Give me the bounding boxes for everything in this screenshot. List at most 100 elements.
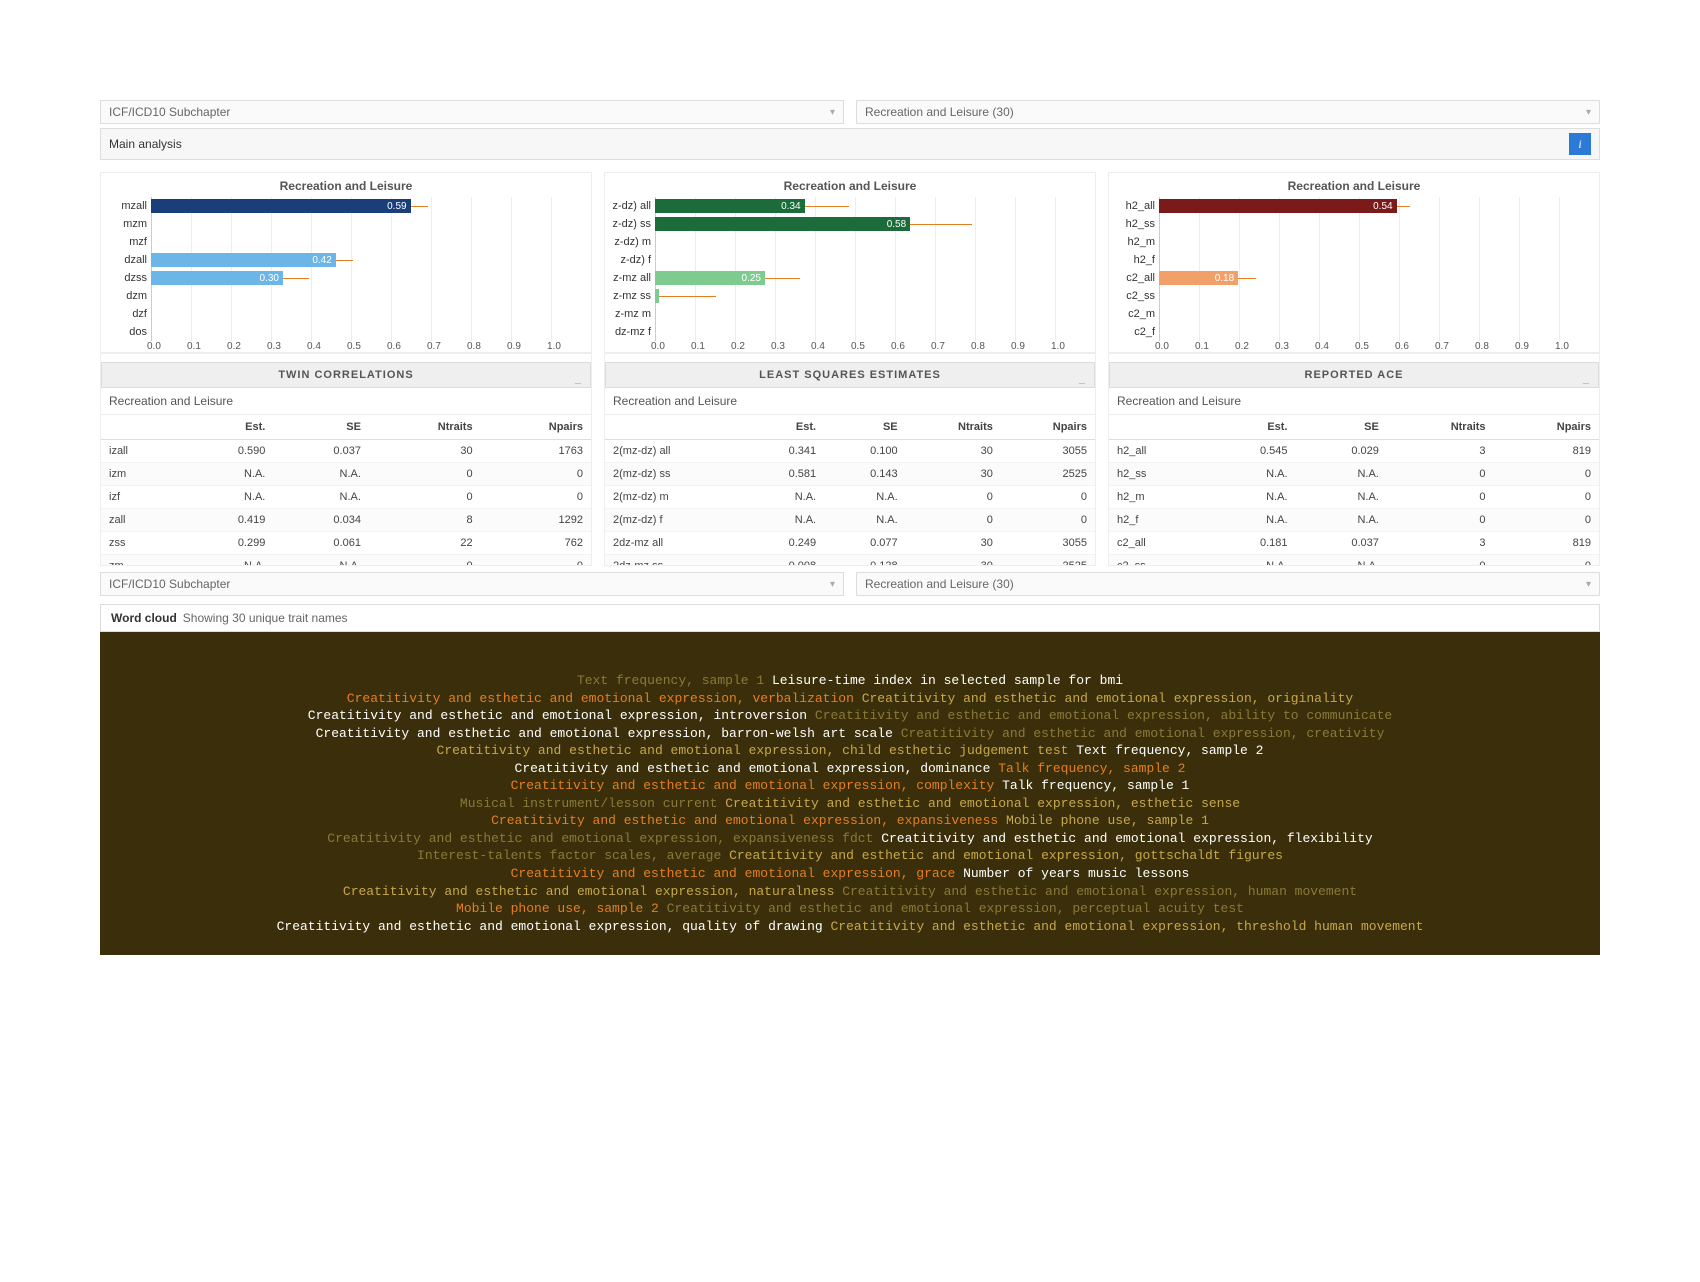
bar-row — [655, 251, 1095, 269]
table-twin[interactable]: Est.SENtraitsNpairsizall0.5900.037301763… — [101, 415, 591, 565]
bar-row — [151, 305, 591, 323]
bar: 0.58 — [655, 217, 910, 231]
bar: 0.54 — [1159, 199, 1397, 213]
x-tick: 0.9 — [1515, 341, 1555, 352]
y-tick: z-dz) ss — [605, 215, 651, 233]
col-header — [101, 415, 178, 440]
x-tick: 0.3 — [267, 341, 307, 352]
table-row: 2(mz-dz) ss0.5810.143302525 — [605, 463, 1095, 486]
x-tick: 0.7 — [427, 341, 467, 352]
y-tick: dz-mz f — [605, 323, 651, 341]
dropdown-subchapter-2[interactable]: ICF/ICD10 Subchapter ▾ — [100, 572, 844, 596]
bar-row: 0.42 — [151, 251, 591, 269]
table-row: h2_mN.A.N.A.00 — [1109, 486, 1599, 509]
y-tick: c2_f — [1109, 323, 1155, 341]
table-row: h2_all0.5450.0293819 — [1109, 440, 1599, 463]
table-row: izfN.A.N.A.00 — [101, 486, 591, 509]
bar: 0.25 — [655, 271, 765, 285]
y-tick: z-dz) all — [605, 197, 651, 215]
bar-row — [151, 323, 591, 341]
y-tick: dzm — [101, 287, 147, 305]
y-tick: mzf — [101, 233, 147, 251]
col-header — [1109, 415, 1204, 440]
col-header: SE — [273, 415, 369, 440]
bar-row — [1159, 287, 1599, 305]
wordcloud-word: Creatitivity and esthetic and emotional … — [437, 743, 1069, 758]
bar-row: 0.18 — [1159, 269, 1599, 287]
table-row: c2_ssN.A.N.A.00 — [1109, 555, 1599, 566]
x-tick: 0.4 — [307, 341, 347, 352]
wordcloud-word: Creatitivity and esthetic and emotional … — [511, 866, 956, 881]
chart-ace: Recreation and Leisureh2_allh2_ssh2_mh2_… — [1108, 172, 1600, 353]
table-ls-subtitle: Recreation and Leisure — [605, 388, 1095, 415]
dropdown-trait-2[interactable]: Recreation and Leisure (30) ▾ — [856, 572, 1600, 596]
dropdown-subchapter-label: ICF/ICD10 Subchapter — [109, 105, 230, 119]
bar-row — [655, 233, 1095, 251]
col-header: Npairs — [1494, 415, 1599, 440]
x-tick: 0.8 — [1475, 341, 1515, 352]
table-row: izall0.5900.037301763 — [101, 440, 591, 463]
y-tick: dzss — [101, 269, 147, 287]
wordcloud-word: Interest-talents factor scales, average — [417, 848, 721, 863]
x-tick: 0.1 — [187, 341, 227, 352]
col-header: Est. — [743, 415, 825, 440]
wordcloud-word: Creatitivity and esthetic and emotional … — [729, 848, 1283, 863]
y-tick: h2_ss — [1109, 215, 1155, 233]
y-tick: dzf — [101, 305, 147, 323]
dropdown-trait[interactable]: Recreation and Leisure (30) ▾ — [856, 100, 1600, 124]
wordcloud-word: Musical instrument/lesson current — [460, 796, 717, 811]
wordcloud-word: Creatitivity and esthetic and emotional … — [511, 778, 995, 793]
bar-row: 0.34 — [655, 197, 1095, 215]
chart-title: Recreation and Leisure — [605, 173, 1095, 197]
bar-row — [1159, 251, 1599, 269]
y-tick: dos — [101, 323, 147, 341]
x-tick: 0.8 — [467, 341, 507, 352]
bar-row — [1159, 323, 1599, 341]
wordcloud-word: Creatitivity and esthetic and emotional … — [862, 691, 1353, 706]
bar: 0.42 — [151, 253, 336, 267]
info-button[interactable]: i — [1569, 133, 1591, 155]
filter-bar-2: ICF/ICD10 Subchapter ▾ Recreation and Le… — [100, 572, 1600, 596]
wordcloud-word: Creatitivity and esthetic and emotional … — [327, 831, 873, 846]
wordcloud-word: Leisure-time index in selected sample fo… — [772, 673, 1123, 688]
bar-row — [1159, 215, 1599, 233]
wordcloud-word: Mobile phone use, sample 2 — [456, 901, 659, 916]
wordcloud-word: Creatitivity and esthetic and emotional … — [343, 884, 834, 899]
table-row: 2(mz-dz) mN.A.N.A.00 — [605, 486, 1095, 509]
dropdown-subchapter[interactable]: ICF/ICD10 Subchapter ▾ — [100, 100, 844, 124]
x-tick: 0.2 — [227, 341, 267, 352]
x-tick: 0.7 — [1435, 341, 1475, 352]
wordcloud-word: Creatitivity and esthetic and emotional … — [831, 919, 1424, 934]
x-tick: 0.8 — [971, 341, 1011, 352]
bar-row — [1159, 305, 1599, 323]
tables-row: TWIN CORRELATIONS_ Recreation and Leisur… — [100, 353, 1600, 566]
table-ls[interactable]: Est.SENtraitsNpairs2(mz-dz) all0.3410.10… — [605, 415, 1095, 565]
x-tick: 0.9 — [507, 341, 547, 352]
dropdown-trait-label: Recreation and Leisure (30) — [865, 105, 1014, 119]
bar-row: 0.58 — [655, 215, 1095, 233]
wordcloud-word: Mobile phone use, sample 1 — [1006, 813, 1209, 828]
x-tick: 1.0 — [1555, 341, 1595, 352]
x-tick: 0.3 — [771, 341, 811, 352]
table-ls-panel: LEAST SQUARES ESTIMATES_ Recreation and … — [604, 353, 1096, 566]
table-twin-subtitle: Recreation and Leisure — [101, 388, 591, 415]
wordcloud-word: Creatitivity and esthetic and emotional … — [515, 761, 991, 776]
x-tick: 1.0 — [547, 341, 587, 352]
y-tick: h2_all — [1109, 197, 1155, 215]
wordcloud-word: Creatitivity and esthetic and emotional … — [347, 691, 854, 706]
chart-twin: Recreation and Leisuremzallmzmmzfdzalldz… — [100, 172, 592, 353]
table-row: zss0.2990.06122762 — [101, 532, 591, 555]
x-tick: 0.7 — [931, 341, 971, 352]
wordcloud: Text frequency, sample 1 Leisure-time in… — [100, 632, 1600, 955]
x-tick: 0.2 — [1235, 341, 1275, 352]
wordcloud-subtitle: Showing 30 unique trait names — [183, 611, 348, 625]
table-twin-panel: TWIN CORRELATIONS_ Recreation and Leisur… — [100, 353, 592, 566]
table-ace-panel: REPORTED ACE_ Recreation and Leisure Est… — [1108, 353, 1600, 566]
bar: 0.34 — [655, 199, 805, 213]
wordcloud-word: Text frequency, sample 1 — [577, 673, 764, 688]
col-header: Npairs — [481, 415, 591, 440]
charts-row: Recreation and Leisuremzallmzmmzfdzalldz… — [100, 172, 1600, 353]
col-header: Npairs — [1001, 415, 1095, 440]
table-ace[interactable]: Est.SENtraitsNpairsh2_all0.5450.0293819h… — [1109, 415, 1599, 565]
table-row: izmN.A.N.A.00 — [101, 463, 591, 486]
